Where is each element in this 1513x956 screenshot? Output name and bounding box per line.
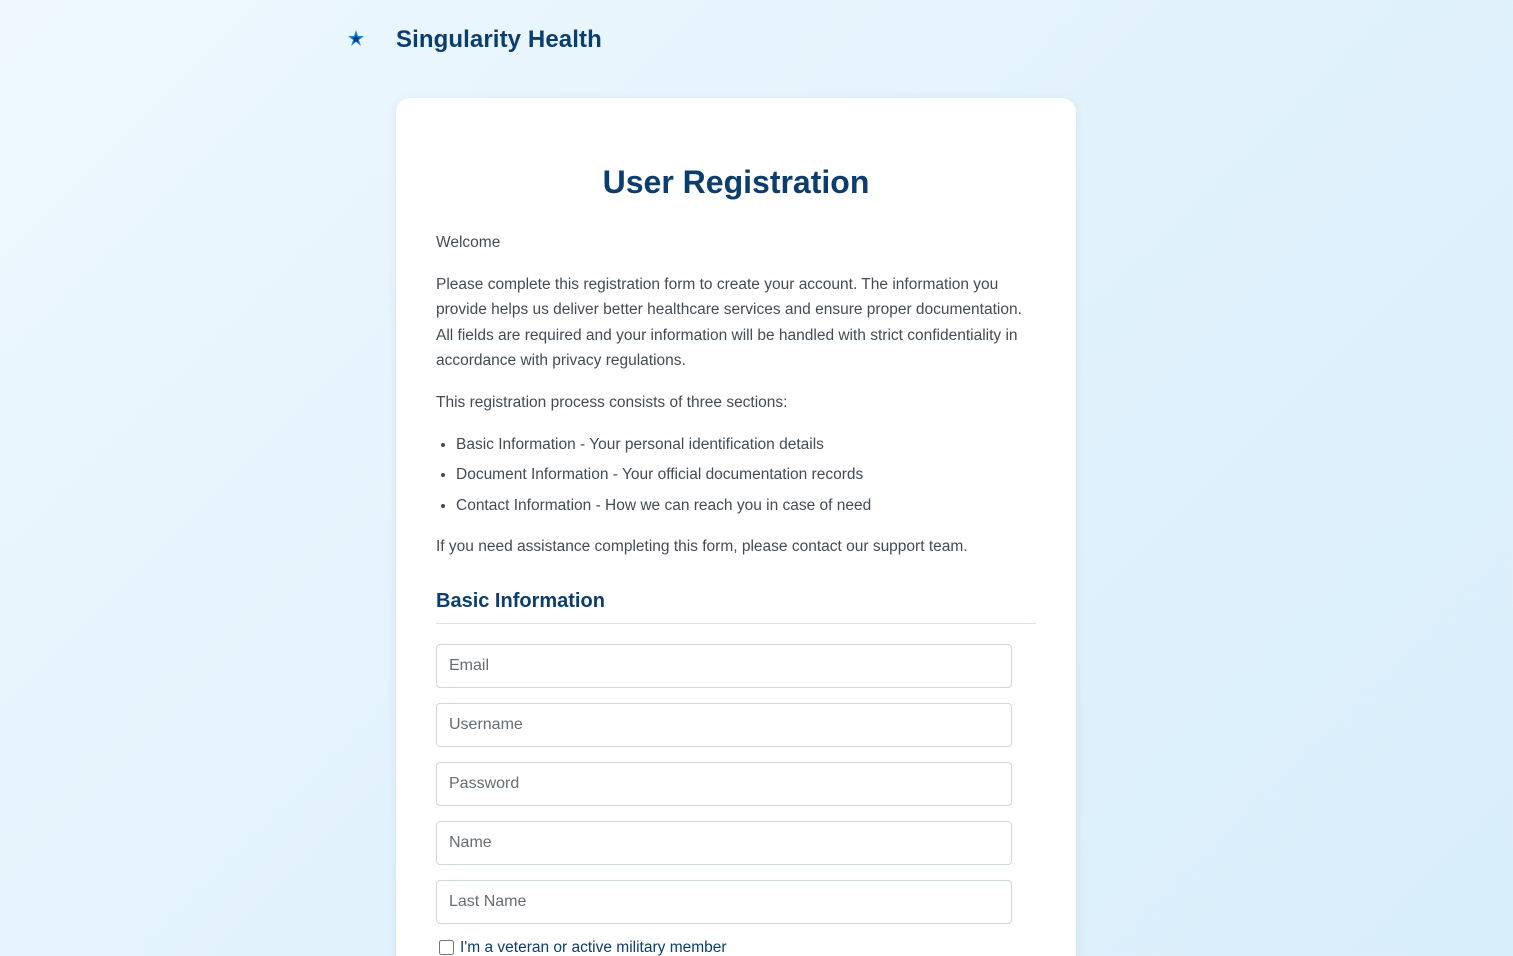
list-item: Contact Information - How we can reach y… xyxy=(456,493,1036,519)
page-title: User Registration xyxy=(602,164,870,200)
veteran-checkbox[interactable] xyxy=(439,940,454,956)
veteran-checkbox-row: I'm a veteran or active military member xyxy=(436,939,1036,956)
intro-text: Welcome Please complete this registratio… xyxy=(436,230,1036,560)
basic-information-heading: Basic Information xyxy=(436,590,1036,624)
sections-intro-text: This registration process consists of th… xyxy=(436,393,788,411)
password-field[interactable] xyxy=(436,761,1012,806)
description-text: Please complete this registration form t… xyxy=(436,275,1022,370)
name-field[interactable] xyxy=(436,820,1012,865)
list-item: Document Information - Your official doc… xyxy=(456,462,1036,488)
assistance-text: If you need assistance completing this f… xyxy=(436,538,968,556)
list-item: Basic Information - Your personal identi… xyxy=(456,432,1036,458)
email-field[interactable] xyxy=(436,643,1012,688)
registration-card: User Registration Welcome Please complet… xyxy=(396,98,1076,956)
welcome-text: Welcome xyxy=(436,234,501,251)
star-person-logo-icon xyxy=(344,28,368,52)
brand-name: Singularity Health xyxy=(396,26,602,53)
app-header: Singularity Health xyxy=(344,22,602,58)
veteran-checkbox-label[interactable]: I'm a veteran or active military member xyxy=(460,939,727,956)
basic-information-fields: I'm a veteran or active military member xyxy=(436,643,1036,956)
username-field[interactable] xyxy=(436,702,1012,747)
sections-list: Basic Information - Your personal identi… xyxy=(436,432,1036,519)
last-name-field[interactable] xyxy=(436,879,1012,924)
